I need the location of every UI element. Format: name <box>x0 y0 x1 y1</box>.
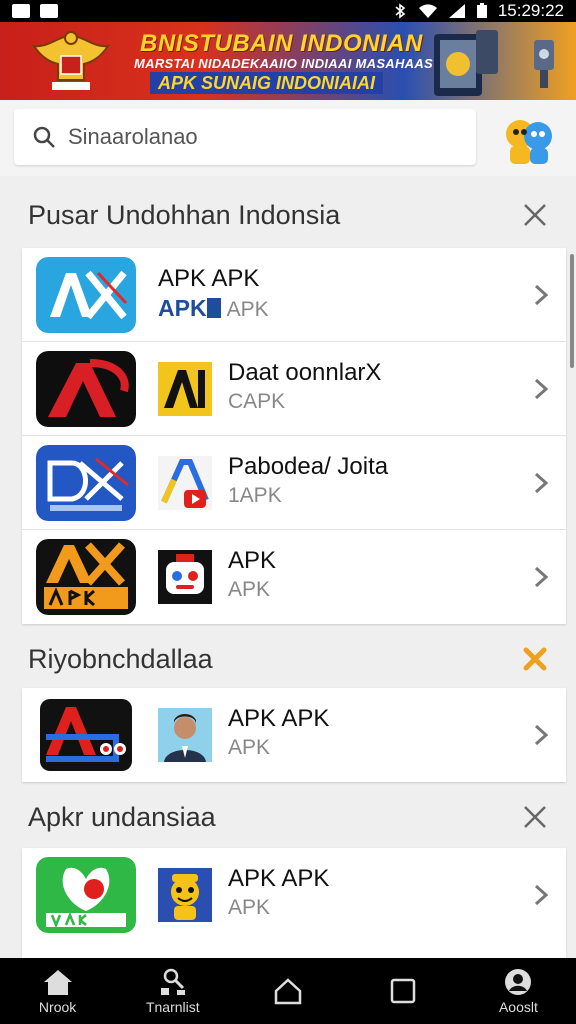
promo-banner[interactable]: BNISTUBAIN INDONIAN MARSTAI NIDADEKAAIIO… <box>0 22 576 100</box>
yellow-character-app-icon <box>158 868 212 922</box>
clock: 15:29:22 <box>497 1 564 20</box>
yellow-ai-app-icon <box>158 361 212 416</box>
app-text: APK APK APK APK <box>158 264 269 324</box>
app-name: APK APK <box>228 865 330 892</box>
robot-app-icon <box>158 550 212 604</box>
apk-app-icon <box>36 256 136 333</box>
list-item[interactable]: APK APK <box>22 530 566 624</box>
app-name: APK <box>228 547 277 574</box>
a-play-app-icon <box>158 455 212 510</box>
nav-label: Nrook <box>38 998 77 1015</box>
blue-dx-app-icon <box>36 444 136 521</box>
section-header-recommended: Riyobnchdallaa <box>0 628 576 690</box>
orange-apk-app-icon <box>36 539 136 615</box>
red-blue-a-app-icon <box>36 697 136 773</box>
red-a-app-icon <box>36 350 136 427</box>
banner-title: BNISTUBAIN INDONIAN <box>140 30 423 57</box>
app-name: APK APK <box>158 265 260 292</box>
app-text: APK APK <box>228 546 276 604</box>
nav-recents[interactable] <box>346 958 461 1024</box>
banner-subtitle: MARSTAI NIDADEKAAIIO INDIAAI MASAHAAS <box>134 56 434 71</box>
app-list-card: APK APK APK <box>22 848 566 958</box>
app-list-card: APK APK APK <box>22 688 566 782</box>
chevron-right-icon <box>534 566 548 588</box>
close-icon[interactable] <box>522 202 548 228</box>
app-text: Pabodea/ Joita 1APK <box>228 452 388 510</box>
battery-icon <box>476 3 487 18</box>
chevron-right-icon <box>534 884 548 906</box>
bluetooth-icon <box>395 3 406 19</box>
mascot-icon[interactable] <box>500 112 558 166</box>
search-input[interactable]: Sinaarolanao <box>14 109 476 165</box>
garuda-emblem-icon <box>31 31 111 90</box>
section-title: Pusar Undohhan Indonsia <box>28 199 341 230</box>
chevron-right-icon <box>534 472 548 494</box>
search-icon <box>33 126 55 148</box>
section-title: Riyobnchdallaa <box>28 643 213 674</box>
signal-icon <box>448 4 465 18</box>
app-name: APK APK <box>228 705 330 732</box>
image-notification-icon <box>40 4 58 18</box>
app-subtitle: APK APK <box>158 295 269 321</box>
list-item[interactable]: Pabodea/ Joita 1APK <box>22 436 566 530</box>
phone-illustration-icon <box>434 30 498 96</box>
nav-home[interactable]: Nrook <box>0 958 115 1024</box>
notification-icon <box>12 4 30 18</box>
list-item[interactable]: APK APK APK <box>22 848 566 942</box>
apk-tag: APK <box>158 295 207 321</box>
section-title: Apkr undansiaa <box>28 801 216 832</box>
list-item[interactable]: APK APK APK APK <box>22 248 566 342</box>
bottom-navigation: Nrook Tnarnlist Aooslt <box>0 958 576 1024</box>
scrollbar[interactable] <box>570 254 574 368</box>
app-subtitle: APK <box>228 736 271 759</box>
app-name: Daat oonnlarX <box>228 359 382 386</box>
list-item[interactable]: APK APK APK <box>22 688 566 782</box>
account-icon <box>505 968 532 995</box>
search-bar-area: Sinaarolanao <box>0 100 576 176</box>
tools-icon[interactable] <box>522 646 548 672</box>
home-icon <box>43 969 72 995</box>
chevron-right-icon <box>534 378 548 400</box>
status-bar: 15:29:22 <box>0 0 576 22</box>
app-subtitle: CAPK <box>228 390 286 413</box>
app-text: APK APK APK <box>228 864 329 922</box>
nav-label: Tnarnlist <box>145 998 200 1015</box>
banner-tagline: APK SUNAIG INDONIAIAI <box>150 72 384 94</box>
app-name: Pabodea/ Joita <box>228 453 389 480</box>
nav-label: Aooslt <box>498 998 538 1015</box>
app-subtitle: APK <box>228 896 271 919</box>
app-list-card: APK APK APK APK Daat oonnlarX CAPK Pabod… <box>22 248 566 624</box>
app-subtitle: APK <box>228 578 271 601</box>
section-header-indonesia: Apkr undansiaa <box>0 786 576 848</box>
wifi-icon <box>418 4 437 18</box>
app-text: APK APK APK <box>228 704 329 762</box>
chevron-right-icon <box>534 724 548 746</box>
nav-system-home[interactable] <box>230 958 345 1024</box>
section-header-popular: Pusar Undohhan Indonsia <box>0 184 576 246</box>
app-text: Daat oonnlarX CAPK <box>228 358 381 416</box>
nav-account[interactable]: Aooslt <box>461 958 576 1024</box>
square-icon <box>390 978 416 1004</box>
apk-tag-block <box>206 298 221 318</box>
usb-plug-icon <box>534 40 554 88</box>
app-subtitle: 1APK <box>228 484 282 507</box>
close-icon[interactable] <box>522 804 548 830</box>
person-avatar-icon <box>158 708 212 762</box>
nav-ranking[interactable]: Tnarnlist <box>115 958 230 1024</box>
green-heart-app-icon <box>36 857 136 933</box>
home-outline-icon <box>274 978 302 1005</box>
list-item[interactable]: Daat oonnlarX CAPK <box>22 342 566 436</box>
chevron-right-icon <box>534 284 548 306</box>
search-placeholder: Sinaarolanao <box>68 124 198 149</box>
podium-icon <box>160 968 185 995</box>
